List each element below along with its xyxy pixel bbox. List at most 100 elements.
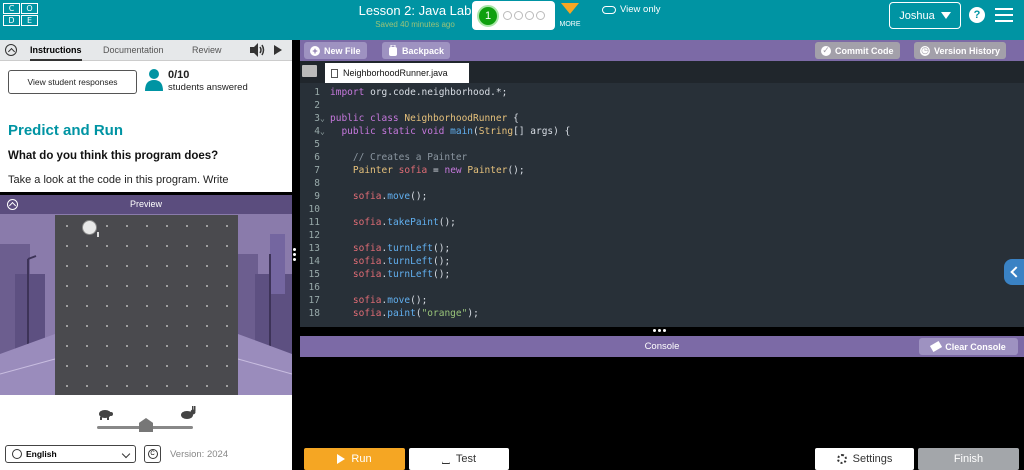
code-line: sofia.turnLeft();: [352, 243, 451, 254]
grid-dot: [106, 225, 108, 227]
file-tab[interactable]: NeighborhoodRunner.java: [325, 63, 469, 83]
link-icon: [602, 5, 616, 14]
grid-dot: [226, 365, 228, 367]
tab-review[interactable]: Review: [192, 40, 222, 61]
grid-dot: [226, 325, 228, 327]
settings-label: Settings: [852, 453, 893, 465]
grid-dot: [226, 345, 228, 347]
grid-dot: [106, 325, 108, 327]
user-menu-button[interactable]: Joshua: [889, 2, 961, 29]
grid-dot: [166, 245, 168, 247]
clear-console-button[interactable]: Clear Console: [919, 338, 1018, 355]
level-dot[interactable]: [514, 11, 523, 20]
grid-dot: [166, 285, 168, 287]
preview-title: Preview: [129, 199, 162, 209]
hamburger-menu-icon[interactable]: [995, 8, 1013, 22]
run-button[interactable]: Run: [304, 448, 405, 470]
console-output[interactable]: [300, 357, 1024, 445]
grid-dot: [106, 365, 108, 367]
top-header: C O D E Lesson 2: Java Lab Saved 40 minu…: [0, 0, 1024, 40]
level-progress: 1: [472, 1, 555, 30]
grid-dot: [66, 305, 68, 307]
code-org-logo[interactable]: C O D E: [3, 3, 38, 37]
language-select[interactable]: English: [5, 445, 136, 463]
tab-documentation[interactable]: Documentation: [103, 40, 164, 61]
grid-dot: [166, 325, 168, 327]
grid-dot: [226, 305, 228, 307]
resize-handle[interactable]: [140, 189, 153, 193]
flask-icon: [441, 454, 450, 464]
java-lab-app: C O D E Lesson 2: Java Lab Saved 40 minu…: [0, 0, 1024, 470]
backpack-button[interactable]: Backpack: [382, 42, 451, 59]
tab-instructions[interactable]: Instructions: [30, 40, 82, 61]
grid-dot: [186, 225, 188, 227]
grid-dot: [146, 225, 148, 227]
grid-dot: [166, 365, 168, 367]
language-value: English: [26, 449, 57, 459]
grid-dot: [146, 305, 148, 307]
finish-button[interactable]: Finish: [918, 448, 1019, 470]
grid-dot: [106, 285, 108, 287]
collapse-icon[interactable]: [5, 44, 17, 56]
line-number: 6: [314, 152, 320, 163]
grid-dot: [86, 265, 88, 267]
grid-dot: [186, 345, 188, 347]
line-number: 13: [308, 243, 320, 254]
grid-dot: [66, 225, 68, 227]
line-number: 4: [314, 126, 320, 137]
current-level-bubble[interactable]: 1: [477, 4, 499, 27]
settings-button[interactable]: Settings: [815, 448, 914, 470]
grid-dot: [206, 245, 208, 247]
grid-dot: [126, 225, 128, 227]
resize-handle[interactable]: [653, 329, 666, 333]
grid-dot: [226, 285, 228, 287]
logo-letter: O: [21, 3, 38, 14]
grid-dot: [126, 245, 128, 247]
play-icon[interactable]: [274, 45, 282, 55]
fold-icon[interactable]: ⌄: [320, 125, 325, 138]
grid-dot: [126, 305, 128, 307]
view-student-responses-button[interactable]: View student responses: [8, 70, 137, 94]
level-dot[interactable]: [525, 11, 534, 20]
line-number: 3: [314, 113, 320, 124]
fold-icon[interactable]: ⌄: [320, 112, 325, 125]
answered-label: students answered: [168, 82, 248, 93]
grid-dot: [126, 265, 128, 267]
line-number: 15: [308, 269, 320, 280]
more-button[interactable]: MORE: [558, 3, 582, 28]
grid-dot: [186, 325, 188, 327]
instructions-body: Take a look at the code in this program.…: [8, 174, 229, 186]
code-line: sofia.move();: [352, 191, 428, 202]
collapse-side-panel-icon[interactable]: [1004, 259, 1024, 285]
code-editor[interactable]: 1 import org.code.neighborhood.*; 2 3 ⌄ pub…: [300, 83, 1024, 327]
grid-dot: [146, 365, 148, 367]
grid-dot: [106, 245, 108, 247]
grid-dot: [66, 285, 68, 287]
grid-dot: [86, 245, 88, 247]
line-number: 1: [314, 87, 320, 98]
lesson-info: Lesson 2: Java Lab Saved 40 minutes ago: [355, 3, 475, 29]
logo-letter: D: [3, 15, 20, 26]
check-icon: ✓: [821, 45, 831, 56]
grid-dot: [106, 385, 108, 387]
help-icon[interactable]: ?: [969, 7, 985, 23]
copyright-button[interactable]: C: [144, 445, 161, 463]
folder-icon[interactable]: [302, 65, 317, 77]
vertical-resize-handle[interactable]: [293, 248, 297, 261]
line-number: 9: [314, 191, 320, 202]
collapse-icon[interactable]: [7, 199, 18, 210]
level-dot[interactable]: [536, 11, 545, 20]
speaker-icon[interactable]: [248, 42, 266, 58]
commit-code-button[interactable]: ✓ Commit Code: [815, 42, 900, 59]
new-file-button[interactable]: + New File: [304, 42, 367, 59]
caret-down-icon: [561, 3, 579, 14]
editor-toolbar: + New File Backpack ✓ Commit Code ◷ Vers…: [300, 40, 1024, 61]
level-dot[interactable]: [503, 11, 512, 20]
test-button[interactable]: Test: [409, 448, 509, 470]
grid-dot: [146, 345, 148, 347]
logo-letter: E: [21, 15, 38, 26]
view-only-indicator: View only: [602, 4, 661, 15]
instructions-question: What do you think this program does?: [8, 150, 219, 162]
line-number: 11: [308, 217, 320, 228]
version-history-button[interactable]: ◷ Version History: [914, 42, 1007, 59]
